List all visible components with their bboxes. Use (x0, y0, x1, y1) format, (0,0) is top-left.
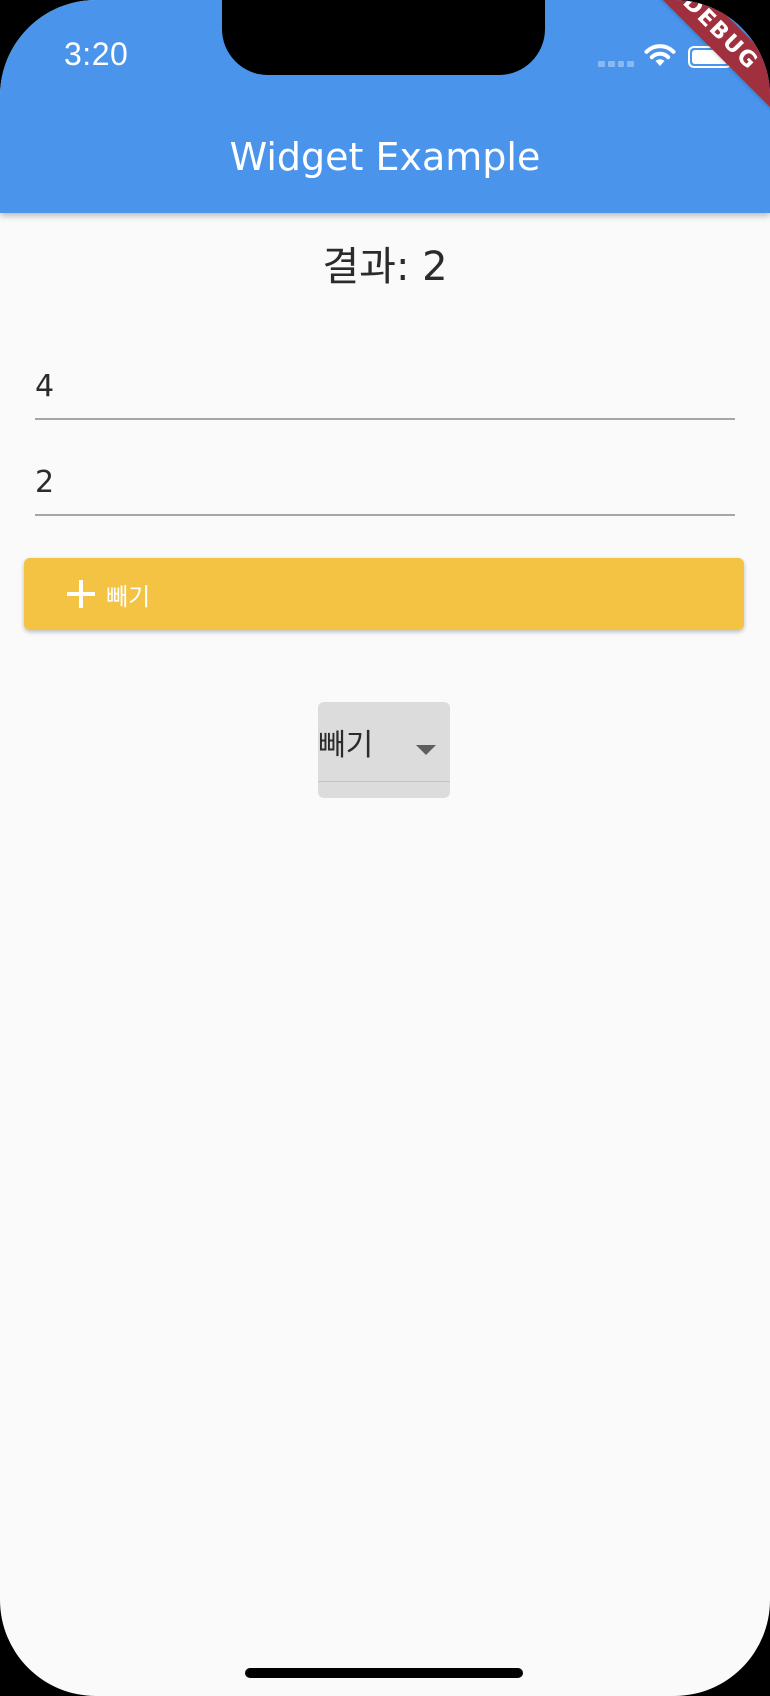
home-indicator[interactable] (245, 1668, 523, 1678)
dropdown-selected-value: 빼기 (318, 728, 374, 763)
second-number-field[interactable] (35, 450, 735, 516)
cellular-signal-icon (598, 61, 634, 67)
first-number-input[interactable] (35, 354, 735, 418)
dropdown-underline (318, 781, 450, 782)
page-title: Widget Example (229, 135, 541, 179)
subtract-button-label: 빼기 (106, 582, 151, 611)
plus-icon (66, 579, 96, 609)
wifi-icon (644, 44, 676, 66)
caret-down-icon (416, 745, 436, 755)
second-number-input[interactable] (35, 450, 735, 514)
first-number-field[interactable] (35, 354, 735, 420)
operation-dropdown[interactable]: 빼기 (318, 702, 450, 798)
device-notch (222, 0, 545, 75)
status-time: 3:20 (64, 36, 129, 72)
result-text: 결과: 2 (322, 244, 448, 290)
subtract-button[interactable]: 빼기 (24, 558, 744, 630)
phone-screen: 3:20 Widget Example DEBUG 결과: 2 빼기 빼기 (0, 0, 770, 1696)
